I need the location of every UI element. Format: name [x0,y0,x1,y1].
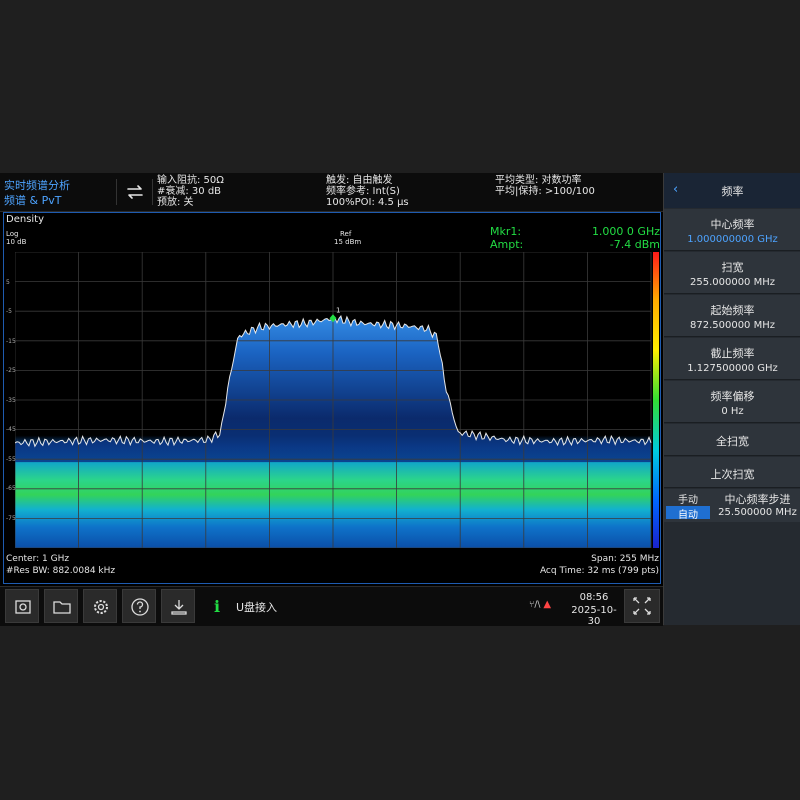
step-auto-option[interactable]: 自动 [666,506,710,521]
center-frequency-value: 1.000000000 GHz [687,234,778,245]
center-frequency-step-value: 25.500000 MHz [718,507,797,518]
gear-icon[interactable] [83,589,117,623]
bottom-toolbar: i U盘接入 ⑂/\ ▲ 08:56 2025-10-30 [0,586,663,627]
res-bw-readout: #Res BW: 882.0084 kHz [6,566,116,576]
network-status-icon: ⑂/\ [529,600,541,610]
stop-frequency-key[interactable]: 截止频率 1.127500000 GHz [664,338,800,380]
y-tick-label: -15 [6,338,16,345]
clock-date: 2025-10-30 [571,605,617,627]
download-icon[interactable] [161,589,195,623]
start-frequency-value: 872.500000 MHz [689,320,775,331]
screenshot-icon[interactable] [5,589,39,623]
poi-info: 100%POI: 4.5 μs [326,197,409,208]
y-tick-label: -75 [6,515,16,522]
frequency-offset-value: 0 Hz [721,406,744,417]
span-label: 扫宽 [721,261,744,274]
last-span-key[interactable]: 上次扫宽 [664,457,800,488]
mode-subtitle[interactable]: 频谱 & PvT [4,192,61,208]
start-frequency-key[interactable]: 起始频率 872.500000 MHz [664,295,800,337]
center-frequency-key[interactable]: 中心频率 1.000000000 GHz [664,209,800,251]
clock-time: 08:56 [579,592,609,603]
center-frequency-label: 中心频率 [710,218,755,231]
warning-icon[interactable]: ▲ [543,599,551,610]
center-frequency-step-key[interactable]: 手动 自动 中心频率步进 25.500000 MHz [664,489,800,522]
center-frequency-readout: Center: 1 GHz [6,554,70,564]
marker-1-number: 1 [336,306,340,314]
frequency-offset-label: 频率偏移 [710,390,755,403]
amplitude-label: Ampt: [490,238,524,251]
stop-frequency-value: 1.127500000 GHz [687,363,778,374]
info-icon: i [214,597,221,616]
y-tick-label: -25 [6,367,16,374]
acq-time-readout: Acq Time: 32 ms (799 pts) [539,566,659,576]
avg-hold-info: 平均|保持: >100/100 [495,186,595,197]
y-tick-label: -5 [6,308,12,315]
center-frequency-step-label: 中心频率步进 [724,493,791,506]
usb-connected-message: U盘接入 [236,601,278,614]
folder-icon[interactable] [44,589,78,623]
frequency-menu: ‹ 频率 中心频率 1.000000000 GHz 扫宽 255.000000 … [663,173,800,625]
preamp-info: 预放: 关 [157,197,194,208]
y-tick-label: -55 [6,456,16,463]
ref-label: Ref [340,230,352,238]
density-colorbar [653,252,659,548]
marker-label: Mkr1: [490,225,522,238]
ref-level: 15 dBm [334,238,362,246]
marker-frequency: 1.000 0 GHz [591,225,660,238]
spectrum-plot[interactable]: 1 [15,252,659,548]
mode-title[interactable]: 实时频谱分析 [4,177,70,193]
step-manual-option[interactable]: 手动 [666,491,710,506]
menu-title: 频率 [721,185,744,198]
marker-amplitude: -7.4 dBm [609,238,660,251]
last-span-label: 上次扫宽 [710,468,755,481]
frequency-offset-key[interactable]: 频率偏移 0 Hz [664,381,800,423]
y-tick-label: -45 [6,426,16,433]
fullscreen-icon[interactable] [624,589,660,623]
stop-frequency-label: 截止频率 [710,347,755,360]
y-tick-label: 5 [6,279,10,286]
span-value: 255.000000 MHz [689,277,775,288]
status-header: 实时频谱分析 频谱 & PvT 输入阻抗: 50Ω #衰减: 30 dB 预放:… [0,173,663,212]
span-readout: Span: 255 MHz [591,554,659,564]
scale-type: Log [6,230,19,238]
help-icon[interactable] [122,589,156,623]
span-key[interactable]: 扫宽 255.000000 MHz [664,252,800,294]
y-tick-label: -65 [6,485,16,492]
status-indicators: ⑂/\ ▲ [529,599,551,610]
y-tick-label: -35 [6,397,16,404]
display-title: Density [6,214,45,225]
swap-icon[interactable] [124,181,146,203]
full-span-key[interactable]: 全扫宽 [664,424,800,456]
menu-header: ‹ 频率 [664,173,800,208]
full-span-label: 全扫宽 [716,435,749,448]
header-divider [116,179,117,205]
analyzer-window: 实时频谱分析 频谱 & PvT 输入阻抗: 50Ω #衰减: 30 dB 预放:… [0,173,800,627]
density-display-panel[interactable]: Density Log 10 dB Ref 15 dBm Mkr1: 1.000… [3,212,661,584]
header-divider [152,179,153,205]
start-frequency-label: 起始频率 [710,304,755,317]
scale-per-division: 10 dB [6,238,27,246]
